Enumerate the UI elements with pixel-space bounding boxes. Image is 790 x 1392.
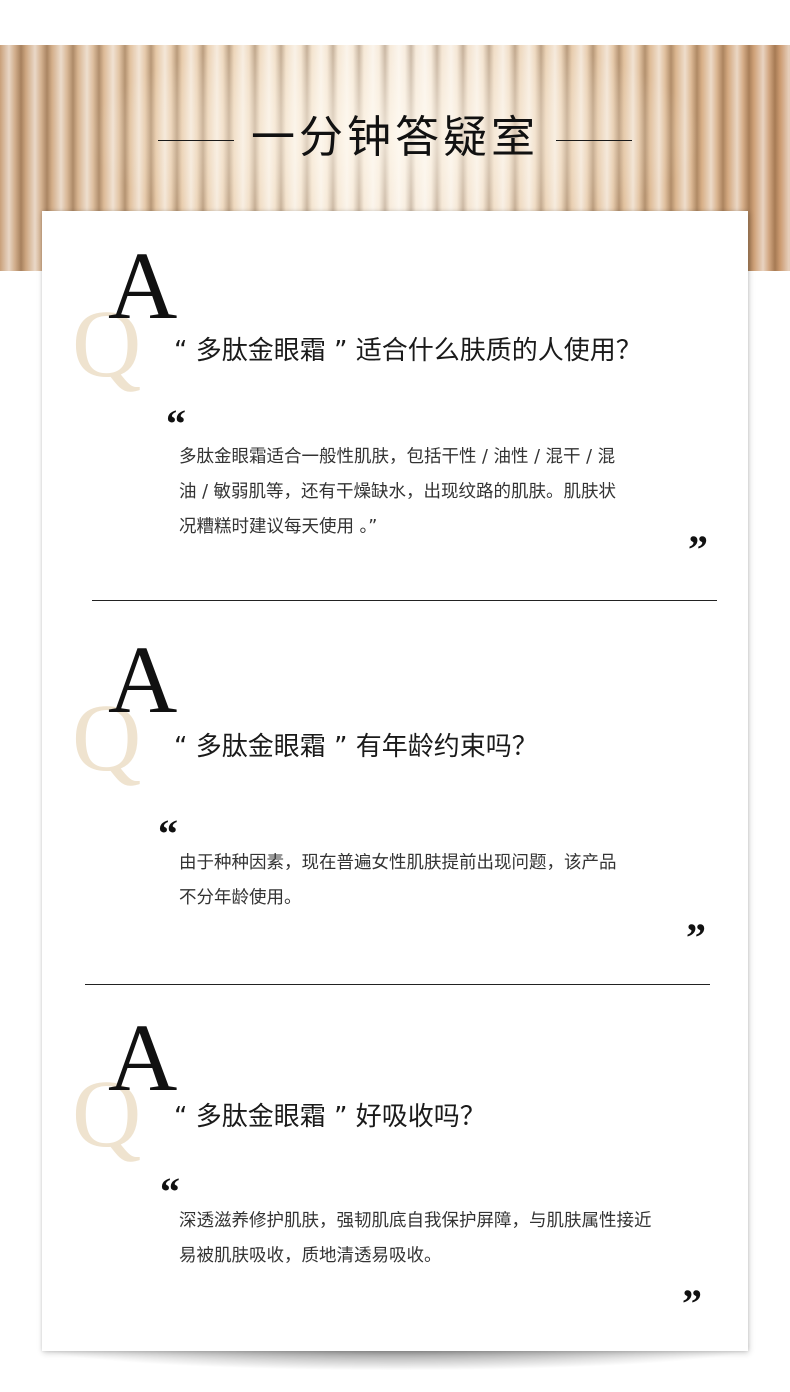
- close-quote-icon: ”: [682, 1281, 702, 1326]
- faq-answer: 深透滋养修护肌肤，强韧肌底自我保护屏障，与肌肤属性接近 易被肌肤吸收，质地清透易…: [179, 1204, 652, 1274]
- page-title: 一分钟答疑室: [251, 112, 539, 163]
- answer-line: 深透滋养修护肌肤，强韧肌底自我保护屏障，与肌肤属性接近: [179, 1211, 652, 1231]
- faq-card: [42, 211, 748, 1351]
- answer-line: 易被肌肤吸收，质地清透易吸收。: [179, 1246, 442, 1266]
- open-quote-icon: “: [166, 401, 186, 446]
- faq-answer: 由于种种因素，现在普遍女性肌肤提前出现问题，该产品 不分年龄使用。: [179, 846, 617, 916]
- open-quote-icon: “: [160, 1169, 180, 1214]
- a-letter-icon: A: [108, 626, 178, 733]
- faq-question: “ 多肽金眼霜 ” 好吸收吗？: [174, 1102, 486, 1132]
- section-divider: [92, 600, 717, 601]
- answer-line: 况糟糕时建议每天使用 。”: [179, 517, 378, 537]
- answer-line: 不分年龄使用。: [179, 888, 302, 908]
- answer-line: 由于种种因素，现在普遍女性肌肤提前出现问题，该产品: [179, 853, 617, 873]
- close-quote-icon: ”: [688, 527, 708, 572]
- answer-line: 油 / 敏弱肌等，还有干燥缺水，出现纹路的肌肤。肌肤状: [179, 482, 617, 502]
- answer-line: 多肽金眼霜适合一般性肌肤，包括干性 / 油性 / 混干 / 混: [179, 447, 616, 467]
- section-divider: [85, 984, 710, 985]
- faq-question: “ 多肽金眼霜 ” 有年龄约束吗？: [174, 732, 538, 762]
- a-letter-icon: A: [108, 232, 178, 339]
- faq-question: “ 多肽金眼霜 ” 适合什么肤质的人使用？: [174, 336, 642, 366]
- faq-answer: 多肽金眼霜适合一般性肌肤，包括干性 / 油性 / 混干 / 混 油 / 敏弱肌等…: [179, 440, 616, 545]
- a-letter-icon: A: [108, 1004, 178, 1111]
- open-quote-icon: “: [158, 811, 178, 856]
- close-quote-icon: ”: [686, 915, 706, 960]
